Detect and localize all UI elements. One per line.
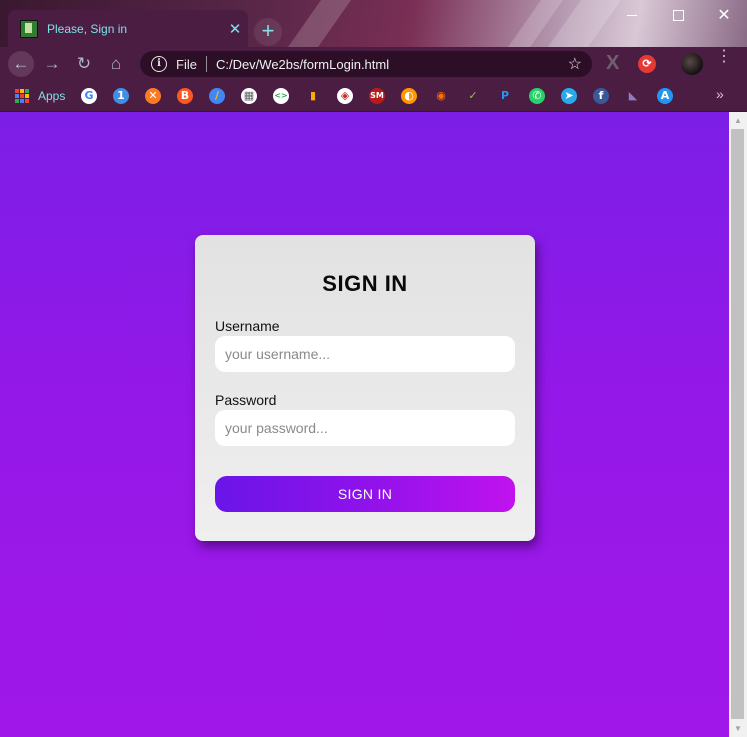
- page-viewport: SIGN IN Username Password SIGN IN: [0, 112, 729, 737]
- site-info-icon[interactable]: i: [151, 56, 167, 72]
- back-button[interactable]: ←: [8, 51, 34, 77]
- address-separator: [205, 56, 207, 72]
- bookmark-calendar-icon[interactable]: 1: [113, 88, 129, 104]
- tab-close-icon[interactable]: ✕: [222, 20, 248, 38]
- bookmark-feather-icon[interactable]: ◣: [625, 88, 641, 104]
- profile-avatar[interactable]: [681, 53, 703, 75]
- page-title: SIGN IN: [322, 271, 408, 296]
- home-button[interactable]: ⌂: [100, 48, 132, 80]
- bookmark-code-icon[interactable]: <>: [273, 88, 289, 104]
- close-window-button[interactable]: ✕: [701, 0, 747, 30]
- username-label: Username: [215, 318, 280, 334]
- reload-button[interactable]: ↻: [68, 48, 100, 80]
- bookmarks-overflow-icon[interactable]: »: [716, 86, 724, 102]
- vertical-scrollbar[interactable]: ▲ ▼: [729, 112, 747, 737]
- browser-menu-icon[interactable]: ⋮: [716, 49, 732, 65]
- bookmark-orange-icon[interactable]: ◐: [401, 88, 417, 104]
- password-label: Password: [215, 392, 277, 408]
- bookmark-star-icon[interactable]: ☆: [568, 54, 582, 74]
- close-icon: ✕: [717, 7, 731, 24]
- paypal-icon[interactable]: P: [497, 88, 513, 104]
- bookmark-shield-icon[interactable]: ◈: [337, 88, 353, 104]
- extension-sync-icon[interactable]: ⟳: [638, 55, 656, 73]
- username-input[interactable]: [215, 336, 515, 372]
- analytics-icon[interactable]: ▮: [305, 88, 321, 104]
- apps-label[interactable]: Apps: [38, 89, 65, 103]
- extension-x-icon[interactable]: X: [606, 52, 619, 75]
- sign-in-button[interactable]: SIGN IN: [215, 476, 515, 512]
- arrow-left-icon: ←: [12, 54, 30, 73]
- address-bar[interactable]: i File C:/Dev/We2bs/formLogin.html ☆: [140, 51, 592, 77]
- telegram-icon[interactable]: ➤: [561, 88, 577, 104]
- blogger-icon[interactable]: B: [177, 88, 193, 104]
- maximize-icon: [672, 9, 684, 21]
- apps-grid-icon[interactable]: [15, 89, 29, 103]
- forward-button[interactable]: →: [36, 48, 68, 80]
- arrow-right-icon: →: [43, 54, 61, 73]
- home-icon: ⌂: [110, 54, 122, 73]
- bookmark-green-icon[interactable]: ✓: [465, 88, 481, 104]
- whatsapp-icon[interactable]: ✆: [529, 88, 545, 104]
- address-url[interactable]: C:/Dev/We2bs/formLogin.html: [216, 57, 568, 72]
- maximize-button[interactable]: [655, 0, 701, 30]
- login-card: SIGN IN Username Password SIGN IN: [195, 235, 535, 541]
- facebook-icon[interactable]: f: [593, 88, 609, 104]
- scroll-thumb[interactable]: [731, 129, 744, 719]
- tab-title: Please, Sign in: [47, 21, 128, 36]
- scroll-up-icon[interactable]: ▲: [729, 112, 747, 129]
- browser-tab[interactable]: Please, Sign in ✕: [8, 10, 248, 47]
- bookmark-circle-icon[interactable]: ◉: [433, 88, 449, 104]
- tab-favicon-icon: [20, 19, 38, 38]
- bookmark-blue-a-icon[interactable]: A: [657, 88, 673, 104]
- window-controls: ✕: [609, 0, 747, 30]
- google-ads-icon[interactable]: /: [209, 88, 225, 104]
- bookmark-store-icon[interactable]: ▦: [241, 88, 257, 104]
- scroll-down-icon[interactable]: ▼: [729, 720, 747, 737]
- new-tab-button[interactable]: +: [254, 18, 282, 46]
- google-icon[interactable]: G: [81, 88, 97, 104]
- bookmark-xampp-icon[interactable]: ✕: [145, 88, 161, 104]
- minimize-icon: [627, 14, 637, 16]
- bookmark-sm-icon[interactable]: SM: [369, 88, 385, 104]
- reload-icon: ↻: [76, 54, 92, 73]
- minimize-button[interactable]: [609, 0, 655, 30]
- background-streak: [271, 0, 359, 47]
- password-input[interactable]: [215, 410, 515, 446]
- address-scheme-label: File: [176, 56, 197, 72]
